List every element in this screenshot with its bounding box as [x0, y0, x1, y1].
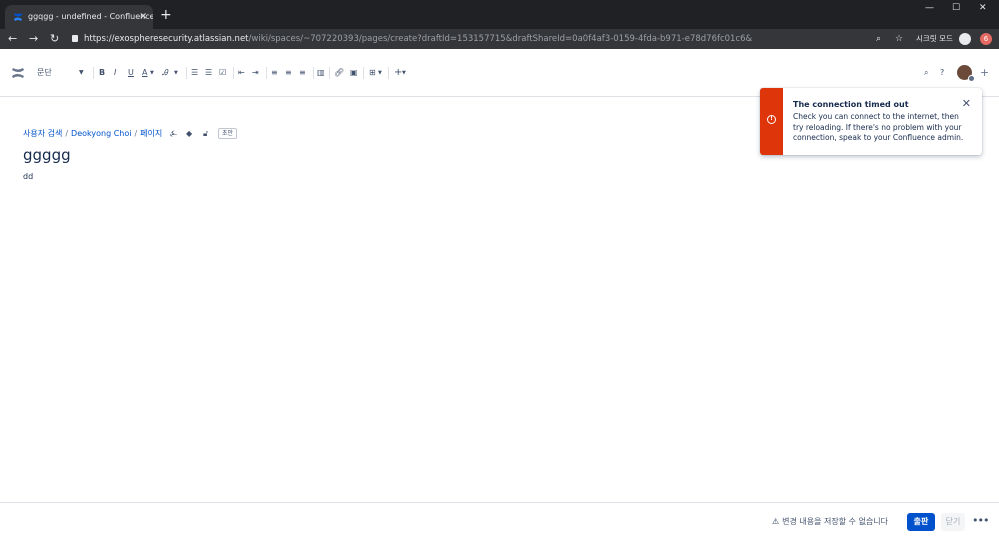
breadcrumb: 사용자 검색 / Deokyong Choi / 페이지 — [23, 129, 163, 138]
incognito-label: 시크릿 모드 — [916, 34, 953, 43]
chevron-down-icon[interactable]: ▼ — [174, 68, 178, 78]
label-tag-icon[interactable]: ◆ — [186, 129, 192, 138]
back-arrow-icon[interactable]: ← — [8, 31, 17, 47]
align-center-icon[interactable]: ≡ — [285, 68, 292, 78]
more-options-button[interactable]: ••• — [972, 514, 989, 527]
breadcrumb-item[interactable]: 사용자 검색 — [23, 129, 62, 138]
save-warning-text: 변경 내용을 저장할 수 없습니다 — [782, 517, 889, 526]
warning-icon: ⚠ — [772, 517, 780, 526]
chevron-down-icon[interactable]: ▼ — [402, 68, 406, 78]
status-badge: 초안 — [218, 128, 238, 139]
incognito-icon[interactable] — [959, 33, 971, 45]
toolbar-divider — [388, 67, 389, 79]
bookmark-star-icon[interactable]: ☆ — [895, 31, 903, 47]
toolbar-divider — [266, 67, 267, 79]
minimize-button[interactable]: — — [925, 3, 934, 13]
lock-icon — [72, 35, 78, 42]
tab-close-icon[interactable]: ✕ — [139, 5, 147, 29]
layout-icon[interactable]: ▥ — [317, 68, 325, 78]
editor-footer: ⚠ 변경 내용을 저장할 수 없습니다 출판 닫기 ••• — [0, 502, 999, 539]
window-close-button[interactable]: ✕ — [979, 3, 987, 13]
url-field[interactable]: https://exospheresecurity.atlassian.net/… — [72, 31, 752, 47]
publish-button[interactable]: 출판 — [907, 513, 935, 531]
flag-description: Check you can connect to the internet, t… — [793, 112, 964, 142]
save-warning: ⚠ 변경 내용을 저장할 수 없습니다 — [772, 516, 888, 527]
flag-title: The connection timed out — [793, 100, 909, 109]
chevron-down-icon[interactable]: ▼ — [79, 68, 84, 78]
browser-tab-bar: ggqgg - undefined - Confluence ✕ + — ☐ ✕ — [0, 0, 999, 29]
table-icon[interactable]: ⊞ — [369, 68, 376, 78]
toolbar-divider — [313, 67, 314, 79]
browser-tab[interactable]: ggqgg - undefined - Confluence ✕ — [5, 5, 153, 29]
breadcrumb-item[interactable]: 페이지 — [140, 129, 162, 138]
bullet-list-icon[interactable]: ☰ — [191, 68, 198, 78]
reload-icon[interactable]: ↻ — [50, 31, 59, 47]
italic-button[interactable]: I — [114, 68, 116, 78]
align-right-icon[interactable]: ≡ — [299, 68, 306, 78]
page-body[interactable]: dd — [23, 172, 33, 181]
more-formatting-icon[interactable]: Ꭿ — [162, 68, 168, 78]
help-button[interactable]: ? — [940, 68, 944, 78]
extension-badge[interactable]: 6 — [980, 33, 992, 45]
confluence-logo-icon[interactable] — [11, 67, 25, 79]
flag-accent-bar: ! — [760, 88, 783, 155]
collaborator-avatar[interactable] — [968, 75, 975, 82]
text-color-button[interactable]: A — [142, 68, 147, 78]
chevron-down-icon[interactable]: ▼ — [150, 68, 154, 78]
new-tab-button[interactable]: + — [160, 6, 172, 24]
toolbar-divider — [93, 67, 94, 79]
close-button[interactable]: 닫기 — [941, 513, 965, 531]
toolbar-divider — [363, 67, 364, 79]
image-icon[interactable]: ▣ — [350, 68, 358, 78]
toolbar-divider — [186, 67, 187, 79]
indent-icon[interactable]: ⇥ — [252, 68, 259, 78]
page-title[interactable]: ggggg — [23, 146, 71, 164]
maximize-button[interactable]: ☐ — [952, 3, 960, 13]
align-left-icon[interactable]: ≡ — [271, 68, 278, 78]
error-icon: ! — [767, 115, 776, 124]
breadcrumb-item[interactable]: Deokyong Choi — [71, 129, 131, 138]
toolbar-divider — [233, 67, 234, 79]
link-icon[interactable]: 🔗︎ — [334, 68, 344, 78]
restriction-lock-icon[interactable]: 🔓︎ — [203, 129, 208, 139]
page-tree-icon[interactable]: ⍼ — [170, 129, 177, 139]
url-path: /wiki/spaces/~707220393/pages/create?dra… — [248, 34, 753, 44]
toolbar-divider — [329, 67, 330, 79]
url-host: https://exospheresecurity.atlassian.net — [84, 34, 249, 44]
paragraph-style-dropdown[interactable]: 문단 — [37, 68, 52, 78]
confluence-favicon-icon — [14, 13, 22, 21]
underline-button[interactable]: U — [128, 68, 134, 78]
error-flag: ! The connection timed out Check you can… — [760, 88, 982, 155]
forward-arrow-icon[interactable]: → — [29, 31, 38, 47]
bold-button[interactable]: B — [99, 68, 105, 78]
outdent-icon[interactable]: ⇤ — [238, 68, 245, 78]
browser-tab-title: ggqgg - undefined - Confluence — [28, 12, 153, 21]
invite-plus-icon[interactable]: + — [980, 67, 989, 78]
numbered-list-icon[interactable]: ☰ — [205, 68, 212, 78]
close-icon[interactable]: ✕ — [962, 98, 971, 110]
task-list-icon[interactable]: ☑ — [219, 68, 226, 78]
chevron-down-icon[interactable]: ▼ — [378, 68, 382, 78]
search-icon[interactable]: ⌕ — [924, 68, 928, 78]
address-bar-row: ← → ↻ https://exospheresecurity.atlassia… — [0, 29, 999, 49]
zoom-search-icon[interactable]: ⌕ — [876, 31, 881, 47]
